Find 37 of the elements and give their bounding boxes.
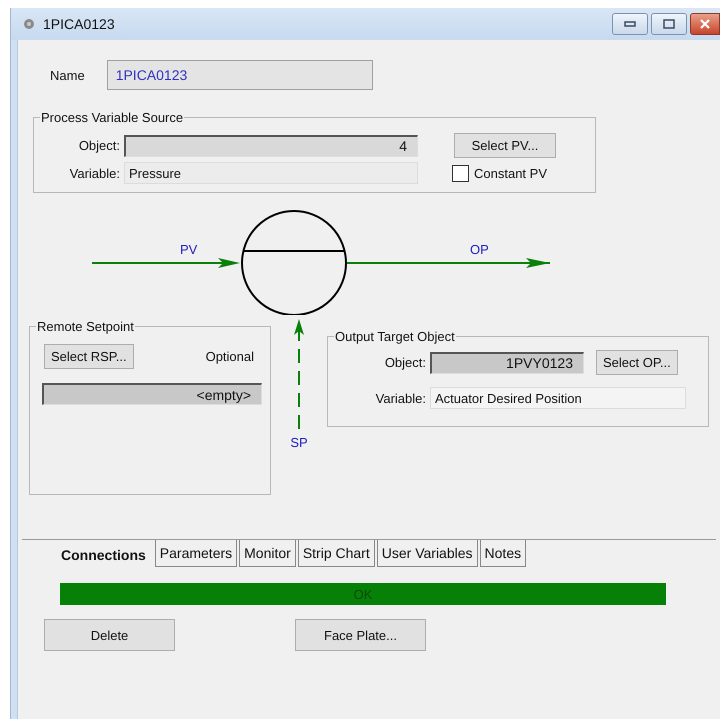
name-field[interactable]: 1PICA0123 xyxy=(106,60,373,90)
group-title: Output Target Object xyxy=(334,329,456,344)
close-icon xyxy=(699,19,711,29)
checkbox[interactable] xyxy=(452,164,469,182)
group-title: Remote Setpoint xyxy=(36,319,135,334)
select-op-button[interactable]: Select OP... xyxy=(596,350,678,375)
select-pv-button[interactable]: Select PV... xyxy=(454,133,556,158)
window-title: 1PICA0123 xyxy=(43,16,115,32)
object-label: Object: xyxy=(78,138,121,153)
variable-label: Variable: xyxy=(374,390,427,406)
variable-label: Variable: xyxy=(68,166,121,180)
sp-label: SP xyxy=(290,435,308,450)
variable-field[interactable]: Actuator Desired Position xyxy=(430,387,686,409)
face-plate-button[interactable]: Face Plate... xyxy=(295,619,426,651)
group-title: Process Variable Source xyxy=(40,110,184,125)
minimize-icon xyxy=(624,21,636,27)
checkbox-label: Constant PV xyxy=(474,166,547,180)
variable-field[interactable]: Pressure xyxy=(124,162,418,184)
object-label: Object: xyxy=(384,355,427,370)
delete-button[interactable]: Delete xyxy=(44,619,175,651)
name-label: Name xyxy=(50,68,85,82)
remote-setpoint-field[interactable]: <empty> xyxy=(42,383,262,405)
object-field[interactable]: 4 xyxy=(124,134,418,156)
tab[interactable]: Notes xyxy=(480,540,526,567)
tab[interactable]: User Variables xyxy=(376,540,478,567)
optional-label: Optional xyxy=(206,349,254,364)
tab[interactable]: Strip Chart xyxy=(298,540,375,567)
select-rsp-button[interactable]: Select RSP... xyxy=(44,344,134,369)
tab[interactable]: Parameters xyxy=(154,540,238,567)
maximize-button[interactable] xyxy=(651,13,687,35)
object-field[interactable]: 1PVY0123 xyxy=(430,352,584,374)
tab[interactable]: Monitor xyxy=(239,540,296,567)
op-label: OP xyxy=(470,242,489,257)
maximize-icon xyxy=(663,19,675,29)
close-button[interactable] xyxy=(690,13,720,35)
pv-label: PV xyxy=(180,242,198,257)
minimize-button[interactable] xyxy=(612,13,648,35)
